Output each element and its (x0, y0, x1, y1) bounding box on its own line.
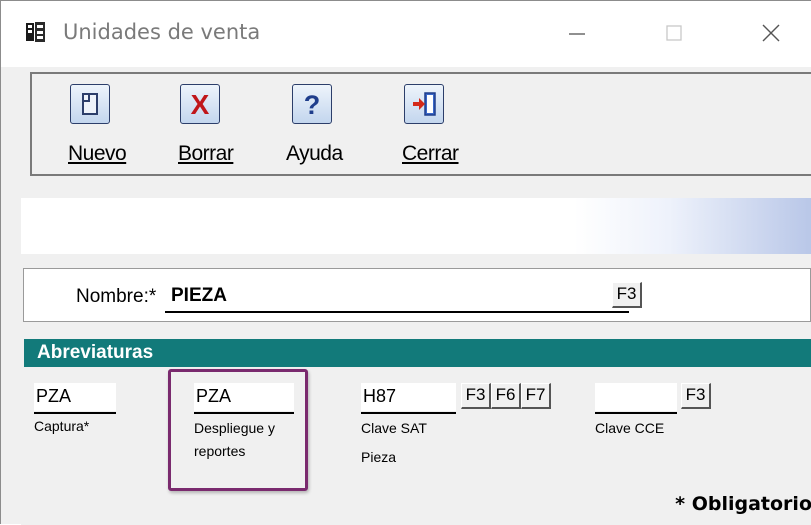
new-document-icon (70, 84, 110, 124)
captura-label: Captura* (34, 418, 90, 434)
window-title: Unidades de venta (63, 20, 261, 44)
close-icon (762, 24, 780, 42)
svg-text:X: X (191, 89, 210, 119)
clave-sat-label: Clave SAT (361, 420, 427, 436)
minimize-icon (569, 33, 585, 35)
borrar-label: Borrar (178, 142, 234, 166)
nombre-row: Nombre:* PIEZA F3 (23, 268, 811, 322)
clave-sat-f6-button[interactable]: F6 (491, 383, 521, 409)
nombre-underline (165, 311, 629, 313)
required-note: * Obligatorio (675, 493, 811, 515)
exit-door-icon (404, 84, 444, 124)
header-band (21, 198, 811, 254)
captura-underline (34, 412, 116, 414)
close-button[interactable] (743, 11, 799, 55)
clave-sat-input[interactable]: H87 (361, 383, 456, 411)
clave-cce-f3-button[interactable]: F3 (681, 383, 711, 409)
title-bar[interactable]: Unidades de venta (1, 1, 811, 67)
clave-sat-f7-button[interactable]: F7 (521, 383, 551, 409)
clave-sat-underline (361, 412, 456, 414)
clave-sat-description: Pieza (361, 449, 397, 465)
cerrar-text: Cerrar (402, 142, 459, 165)
abreviaturas-header: Abreviaturas (24, 339, 811, 367)
maximize-button[interactable] (646, 11, 702, 55)
despliegue-highlight (168, 369, 308, 491)
maximize-icon (666, 25, 682, 41)
nombre-input[interactable]: PIEZA (171, 285, 227, 307)
app-icon (26, 22, 45, 42)
clave-cce-label: Clave CCE (595, 420, 665, 436)
cerrar-label: Cerrar (402, 142, 459, 166)
clave-cce-underline (595, 412, 677, 414)
svg-text:?: ? (304, 90, 321, 119)
toolbar: Nuevo X Borrar ? Ayuda Cerrar (30, 72, 811, 176)
nuevo-text: Nuevo (68, 142, 127, 165)
clave-sat-f3-button[interactable]: F3 (461, 383, 491, 409)
nombre-f3-button[interactable]: F3 (612, 282, 642, 308)
ayuda-text: Ayuda (286, 142, 343, 165)
abreviaturas-fields: PZA Captura* PZA Despliegue y reportes H… (21, 367, 811, 525)
toolbar-area: Nuevo X Borrar ? Ayuda Cerrar (8, 68, 811, 183)
nuevo-label: Nuevo (68, 142, 127, 166)
captura-input[interactable]: PZA (34, 383, 116, 411)
clave-cce-input[interactable] (595, 383, 677, 411)
nombre-label: Nombre:* (76, 286, 157, 307)
help-question-icon: ? (292, 84, 332, 124)
delete-x-icon: X (180, 84, 220, 124)
borrar-text: Borrar (178, 142, 234, 165)
minimize-button[interactable] (549, 11, 605, 55)
unidades-window: Unidades de venta Nuevo X Borrar ? Ayuda… (0, 0, 811, 525)
